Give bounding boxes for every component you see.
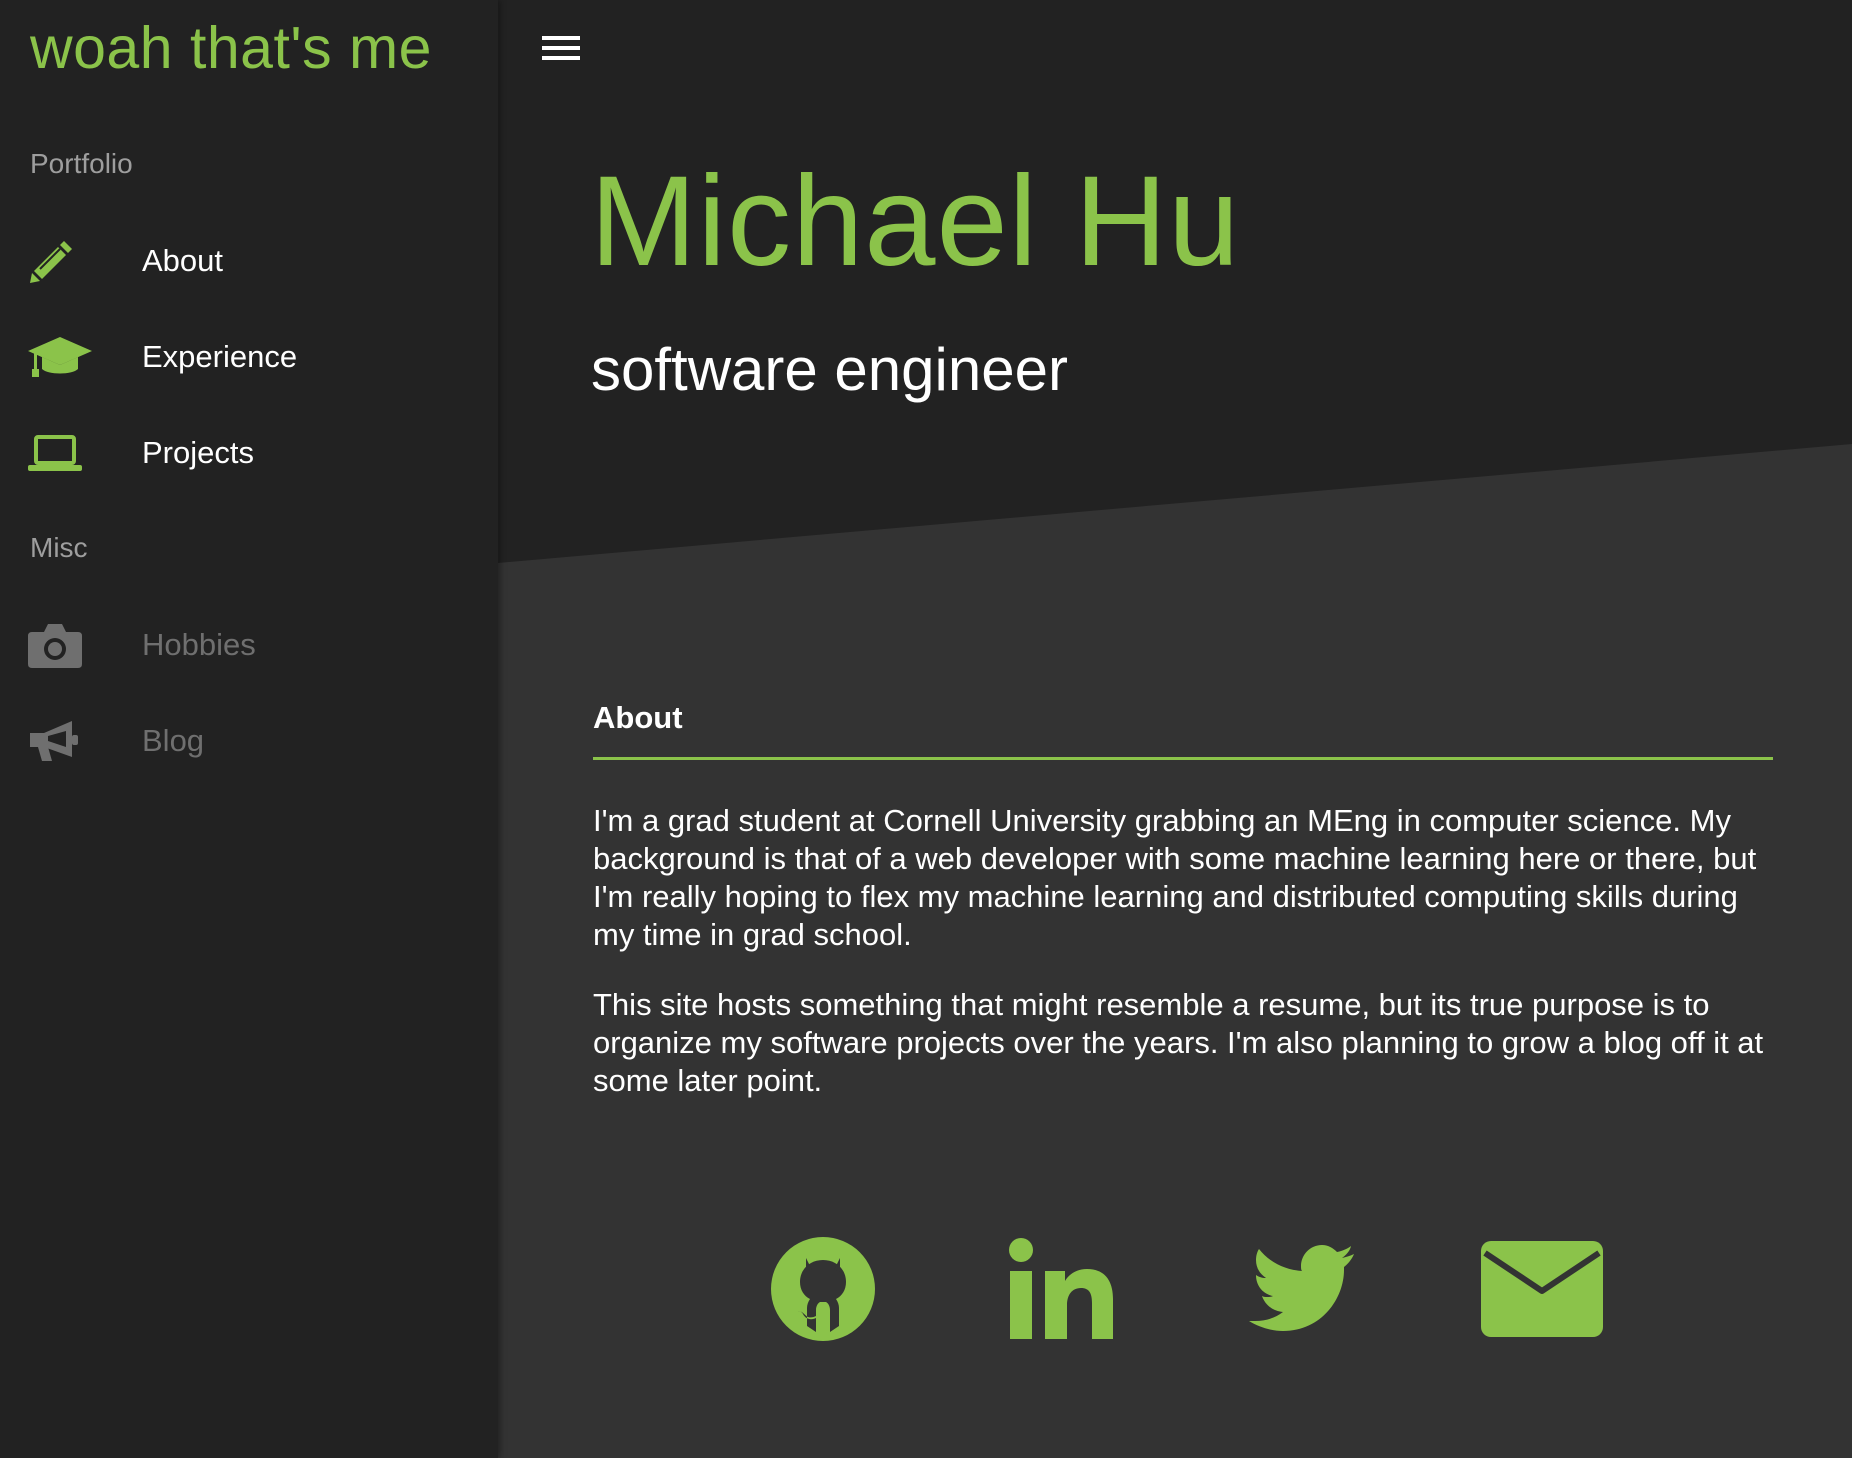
sidebar-item-label: Hobbies xyxy=(142,627,256,662)
sidebar-item-blog[interactable]: Blog xyxy=(0,701,498,781)
megaphone-icon xyxy=(28,709,92,773)
about-heading: About xyxy=(593,700,683,735)
hero-name: Michael Hu xyxy=(590,150,1241,293)
sidebar-item-about[interactable]: About xyxy=(0,221,498,301)
email-icon xyxy=(1481,1240,1603,1342)
about-paragraph: I'm a grad student at Cornell University… xyxy=(593,803,1757,952)
sidebar-item-label: Experience xyxy=(142,339,298,374)
section-label-portfolio: Portfolio xyxy=(30,148,133,179)
sidebar-item-label: Projects xyxy=(142,435,254,470)
hero-subtitle: software engineer xyxy=(591,336,1068,403)
sidebar-item-label: About xyxy=(142,243,224,278)
github-link[interactable] xyxy=(763,1236,883,1346)
sidebar: woah that's me Portfolio About Experienc… xyxy=(0,0,498,1458)
laptop-icon xyxy=(28,421,92,485)
menu-bar xyxy=(542,56,580,60)
twitter-link[interactable] xyxy=(1242,1236,1362,1346)
main-content: Michael Hu software engineer About I'm a… xyxy=(498,0,1852,1458)
email-link[interactable] xyxy=(1481,1236,1603,1346)
camera-icon xyxy=(28,613,92,677)
menu-bar xyxy=(542,36,580,40)
github-icon xyxy=(770,1236,876,1347)
sidebar-item-hobbies[interactable]: Hobbies xyxy=(0,605,498,685)
about-divider xyxy=(593,757,1773,760)
graduation-cap-icon xyxy=(28,325,92,389)
sidebar-item-label: Blog xyxy=(142,723,205,758)
menu-bar xyxy=(542,46,580,50)
pencil-icon xyxy=(28,229,92,293)
menu-button[interactable] xyxy=(542,34,582,66)
linkedin-link[interactable] xyxy=(1002,1236,1122,1346)
about-paragraph: This site hosts something that might res… xyxy=(593,987,1764,1098)
sidebar-item-projects[interactable]: Projects xyxy=(0,413,498,493)
section-label-misc: Misc xyxy=(30,532,88,563)
twitter-icon xyxy=(1248,1244,1356,1339)
page: woah that's me Portfolio About Experienc… xyxy=(0,0,1852,1458)
sidebar-item-experience[interactable]: Experience xyxy=(0,317,498,397)
brand-title[interactable]: woah that's me xyxy=(30,14,432,82)
linkedin-icon xyxy=(1007,1237,1117,1346)
